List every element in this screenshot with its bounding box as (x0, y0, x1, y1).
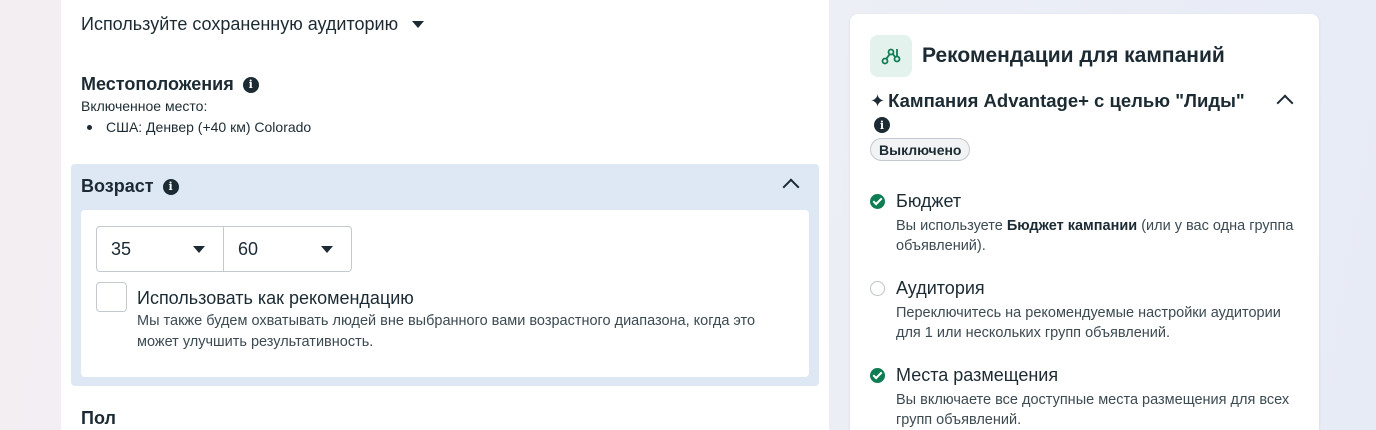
recommendation-title: Аудитория (896, 278, 985, 298)
caret-down-icon (321, 246, 333, 253)
bullet (87, 124, 92, 130)
info-icon[interactable]: i (162, 178, 179, 195)
saved-audience-dropdown[interactable]: Используйте сохраненную аудиторию (81, 12, 425, 36)
info-icon[interactable]: i (242, 76, 259, 93)
budget-link-text: Бюджет кампании (1006, 218, 1138, 234)
gender-title: Пол (81, 408, 116, 428)
age-section: Возраст i 35 60 Использовать как рекомен… (71, 164, 819, 386)
saved-audience-label: Используйте сохраненную аудиторию (81, 13, 399, 34)
age-max-value: 60 (238, 238, 259, 259)
recommendations-title: Рекомендации для кампаний (922, 44, 1225, 67)
check-circle-icon (870, 194, 885, 209)
locations-title: Местоположения (81, 74, 234, 94)
age-recommendation-label[interactable]: Использовать как рекомендацию (137, 288, 414, 309)
recommendations-panel: Рекомендации для кампаний ✦ Кампания Adv… (850, 14, 1319, 430)
included-location-label: Включенное место: (81, 98, 208, 114)
recommendation-title: Бюджет (896, 191, 962, 211)
campaign-title: Кампания Advantage+ с целью "Лиды" (888, 90, 1245, 111)
recommendation-desc: Вы включаете все доступные места размеще… (896, 392, 1290, 428)
age-title: Возраст (81, 176, 154, 196)
recommendation-title: Места размещения (896, 365, 1059, 385)
caret-down-icon (412, 20, 425, 28)
recommendation-desc: Вы используете Бюджет кампании (или у ва… (896, 218, 1294, 254)
age-min-select[interactable]: 35 (96, 226, 224, 272)
chevron-up-icon[interactable] (782, 178, 800, 196)
location-item: США: Денвер (+40 км) Colorado (87, 119, 311, 135)
age-recommendation-desc: Мы также будем охватывать людей вне выбр… (137, 313, 756, 350)
age-card: 35 60 Использовать как рекомендацию Мы т… (81, 210, 809, 377)
locations-heading: Местоположения i (81, 74, 259, 95)
caret-down-icon (193, 246, 205, 253)
sparkle-icon: ✦ (870, 90, 886, 111)
age-min-value: 35 (111, 238, 132, 259)
empty-circle-icon (870, 281, 885, 296)
status-badge: Выключено (870, 138, 971, 161)
check-circle-icon (870, 368, 885, 383)
branch-nodes-icon (870, 35, 912, 77)
targeting-panel: Используйте сохраненную аудиторию Местоп… (61, 0, 829, 430)
location-item-text: США: Денвер (+40 км) Colorado (106, 119, 312, 135)
campaign-heading: ✦ Кампания Advantage+ с целью "Лиды" (870, 90, 1270, 112)
recommendation-desc: Переключитесь на рекомендуемые настройки… (896, 305, 1281, 341)
age-max-select[interactable]: 60 (224, 226, 352, 272)
age-recommendation-checkbox[interactable] (96, 282, 127, 312)
age-heading: Возраст i (81, 176, 179, 197)
info-icon[interactable]: i (874, 117, 890, 133)
chevron-up-icon[interactable] (1276, 94, 1294, 112)
